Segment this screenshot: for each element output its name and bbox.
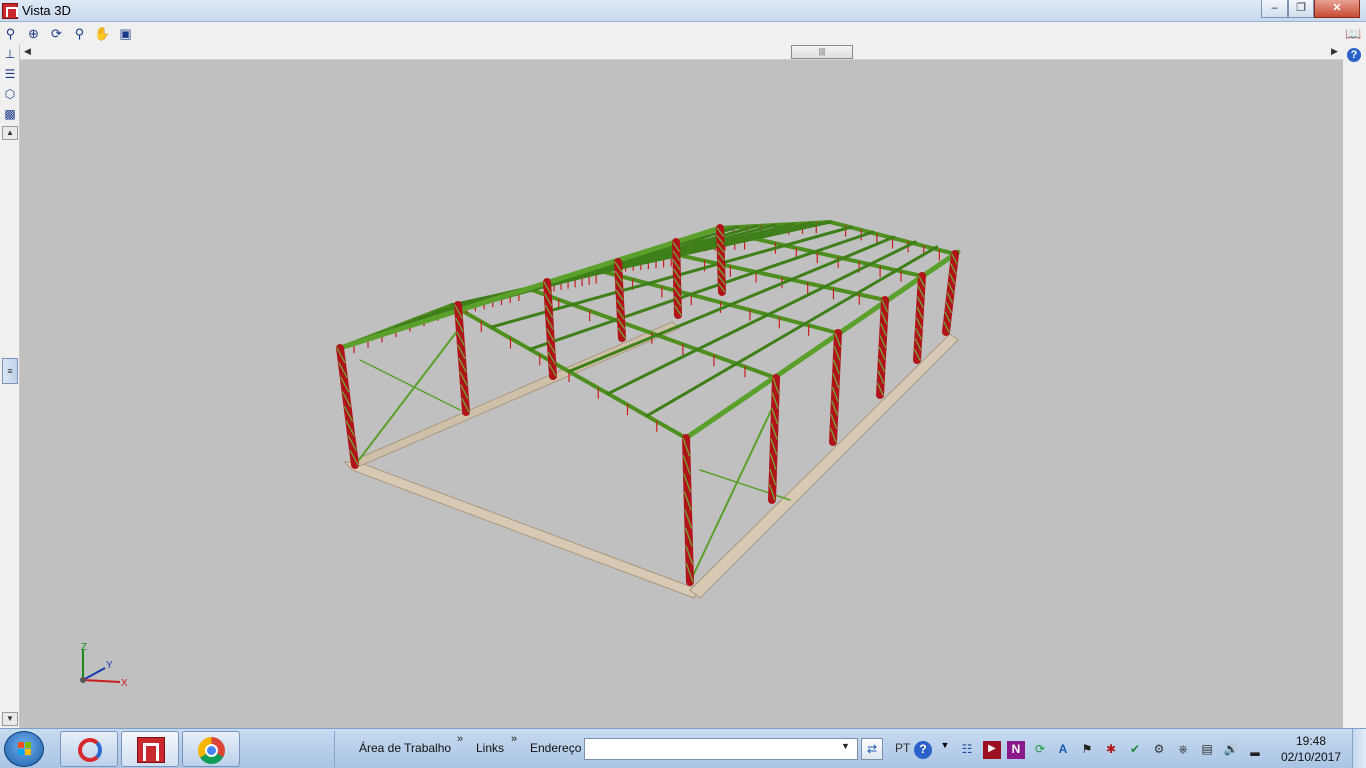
close-button[interactable]: ✕ <box>1314 0 1360 18</box>
desktop-toolbar-label[interactable]: Área de Trabalho <box>359 741 451 755</box>
cype-app-icon <box>137 737 165 763</box>
minimize-button[interactable]: – <box>1261 0 1288 18</box>
links-toolbar-label[interactable]: Links <box>476 741 504 755</box>
device-tray-icon[interactable]: ▤ <box>1198 741 1216 759</box>
vertical-scroll-up[interactable]: ▲ <box>2 126 18 140</box>
foundation-front <box>343 461 701 599</box>
show-desktop-button[interactable] <box>1352 729 1366 768</box>
autodesk-icon[interactable]: A <box>1054 741 1072 759</box>
book-icon[interactable]: 📖 <box>1345 25 1362 42</box>
volume-icon[interactable]: 🔊 <box>1222 741 1240 759</box>
layers-icon[interactable]: ☰ <box>2 66 18 82</box>
window-titlebar: Vista 3D – ❐ ✕ <box>0 0 1366 22</box>
minimize-icon: – <box>1271 2 1278 14</box>
window-title: Vista 3D <box>22 3 71 18</box>
usb-tray-icon[interactable]: ⎈ <box>1174 741 1192 759</box>
toolbar-handle[interactable] <box>334 731 346 767</box>
y-axis-line <box>82 667 106 681</box>
steel-column <box>716 224 726 296</box>
security-tray-icon[interactable]: ✔ <box>1126 741 1144 759</box>
axis-icon[interactable]: ⊥ <box>2 46 18 62</box>
render-icon[interactable]: ▩ <box>2 106 18 122</box>
horizontal-scroll-thumb[interactable]: ||| <box>791 45 853 59</box>
desktop: Vista 3D – ❐ ✕ ⚲ ⊕ ⟳ ⚲ ✋ ▣ 📖 ⊥ ☰ ⬡ ▩ ▲ ≡… <box>0 0 1366 768</box>
help-icon[interactable]: ? <box>1347 48 1361 62</box>
scroll-left-arrow[interactable]: ◀ <box>24 46 31 57</box>
z-axis-label: Z <box>81 642 87 653</box>
zoom-icon[interactable]: ⚲ <box>71 25 88 42</box>
network-map-icon[interactable]: ☷ <box>958 741 976 759</box>
x-axis-label: X <box>121 678 128 689</box>
clock-date[interactable]: 02/10/2017 <box>1280 750 1342 764</box>
onenote-icon[interactable]: N <box>1007 741 1025 759</box>
horizontal-scrollbar: ◀ ||| ▶ <box>20 44 1343 60</box>
media-player-icon[interactable]: ▶ <box>983 741 1001 759</box>
windows-taskbar: Área de Trabalho » Links » Endereço ▼ ⇄ … <box>0 728 1366 768</box>
axis-origin <box>80 677 86 683</box>
x-axis-line <box>82 679 121 683</box>
cypecad-app-icon[interactable] <box>2 3 18 19</box>
left-toolbar: ⊥ ☰ ⬡ ▩ ▲ ≡ ▼ <box>0 44 20 728</box>
fit-view-icon[interactable]: ▣ <box>117 25 134 42</box>
network-signal-icon[interactable]: ▂ <box>1246 741 1264 759</box>
address-label: Endereço <box>530 741 582 755</box>
links-toolbar-chevron[interactable]: » <box>511 733 517 745</box>
chrome-icon <box>198 737 225 764</box>
address-input[interactable] <box>584 738 858 760</box>
steel-column <box>672 238 682 319</box>
restore-icon: ❐ <box>1296 2 1306 14</box>
language-indicator[interactable]: PT <box>895 741 910 755</box>
sync-app-icon <box>78 738 102 762</box>
go-arrows-icon: ⇄ <box>866 742 878 756</box>
cype-app-button[interactable] <box>121 731 179 767</box>
scroll-right-arrow[interactable]: ▶ <box>1331 46 1338 57</box>
action-center-flag-icon[interactable]: ⚑ <box>1078 741 1096 759</box>
start-button[interactable] <box>4 731 44 767</box>
address-dropdown-icon[interactable]: ▼ <box>841 741 850 751</box>
y-axis-label: Y <box>106 660 113 671</box>
address-go-button[interactable]: ⇄ <box>861 738 883 760</box>
desktop-toolbar-chevron[interactable]: » <box>457 733 463 745</box>
zoom-window-icon[interactable]: ⚲ <box>2 25 19 42</box>
view-toolbar: ⚲ ⊕ ⟳ ⚲ ✋ ▣ 📖 <box>0 22 1366 44</box>
steel-column <box>682 434 694 586</box>
orbit-icon[interactable]: ⟳ <box>48 25 65 42</box>
language-bar-options-icon[interactable]: ▼ <box>936 737 954 755</box>
cube-icon[interactable]: ⬡ <box>2 86 18 102</box>
foundation-right <box>689 333 959 599</box>
right-toolbar: ? <box>1343 44 1366 728</box>
restore-button[interactable]: ❐ <box>1288 0 1314 18</box>
vertical-scroll-down[interactable]: ▼ <box>2 712 18 726</box>
vertical-scroll-thumb[interactable]: ≡ <box>2 358 18 384</box>
chrome-button[interactable] <box>182 731 240 767</box>
steel-structure-model <box>336 220 961 599</box>
sync-app-button[interactable] <box>60 731 118 767</box>
clock-time[interactable]: 19:48 <box>1285 734 1337 748</box>
pan-hand-icon[interactable]: ✋ <box>94 25 111 42</box>
language-help-icon[interactable]: ? <box>914 741 932 759</box>
steel-column <box>614 258 626 342</box>
brace <box>359 359 461 411</box>
close-icon: ✕ <box>1332 2 1342 14</box>
refresh-tray-icon[interactable]: ⟳ <box>1031 741 1049 759</box>
steel-column <box>336 344 359 469</box>
tools-tray-icon[interactable]: ✱ <box>1102 741 1120 759</box>
satellite-tray-icon[interactable]: ⚙ <box>1150 741 1168 759</box>
axis-gizmo: Z Y X <box>80 642 128 689</box>
foundation-left <box>348 321 681 467</box>
3d-viewport[interactable]: Z Y X <box>20 60 1343 728</box>
windows-logo-icon <box>18 742 32 756</box>
zoom-all-icon[interactable]: ⊕ <box>25 25 42 42</box>
